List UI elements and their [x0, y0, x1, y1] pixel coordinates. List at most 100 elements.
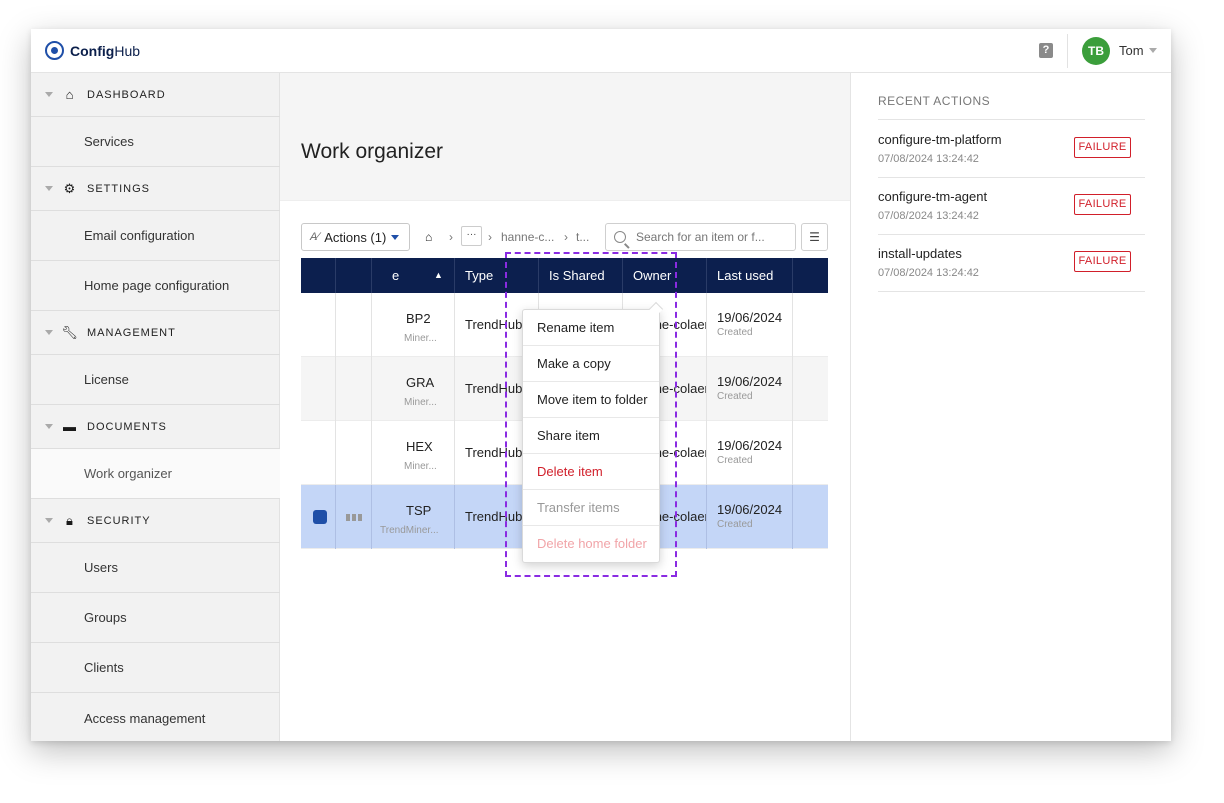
- actions-label: Actions (1): [324, 229, 387, 245]
- row-last-used-cell: 19/06/2024 Created: [707, 485, 793, 549]
- sidebar-item-email-configuration[interactable]: Email configuration: [31, 211, 280, 261]
- sidebar-section-label: SECURITY: [87, 514, 151, 527]
- sidebar-section-management[interactable]: 🔧︎ MANAGEMENT: [31, 311, 280, 355]
- row-icon-cell: [336, 293, 372, 357]
- collapse-caret-icon[interactable]: [45, 92, 53, 97]
- sidebar-item-users[interactable]: Users: [31, 543, 280, 593]
- sidebar-item-label: Groups: [84, 610, 127, 625]
- breadcrumb-separator-icon: ›: [564, 230, 568, 244]
- row-name-sub: Miner...: [404, 397, 437, 408]
- home-icon[interactable]: ⌂: [425, 230, 432, 244]
- recent-action-time: 07/08/2024 13:24:42: [878, 267, 979, 279]
- sidebar-item-access-management[interactable]: Access management: [31, 693, 280, 741]
- sidebar-item-label: Clients: [84, 660, 124, 675]
- collapse-caret-icon[interactable]: [45, 518, 53, 523]
- sidebar-section-security[interactable]: 🔒︎ SECURITY: [31, 499, 280, 543]
- row-last-used-cell: 19/06/2024 Created: [707, 293, 793, 357]
- row-name: HEX: [406, 439, 433, 454]
- menu-item-move-to-folder[interactable]: Move item to folder: [523, 382, 659, 418]
- lock-icon: 🔒︎: [66, 512, 74, 528]
- confighub-logo-icon: [45, 41, 64, 60]
- sidebar-item-groups[interactable]: Groups: [31, 593, 280, 643]
- column-select[interactable]: [301, 258, 336, 293]
- main-content: Work organizer A∕ Actions (1) ⌂ › ··· › …: [280, 73, 850, 741]
- sidebar-item-services[interactable]: Services: [31, 117, 280, 167]
- column-is-shared[interactable]: Is Shared: [539, 258, 623, 293]
- recent-action-item[interactable]: install-updates 07/08/2024 13:24:42 FAIL…: [878, 234, 1145, 291]
- menu-item-share[interactable]: Share item: [523, 418, 659, 454]
- breadcrumb-user-folder[interactable]: hanne-c...: [501, 230, 554, 244]
- row-name: GRA: [406, 375, 435, 390]
- sidebar-item-clients[interactable]: Clients: [31, 643, 280, 693]
- app-name-prefix: Config: [70, 42, 115, 59]
- row-name-sub: Miner...: [404, 333, 437, 344]
- row-icon-cell: [336, 485, 372, 549]
- page-header: Work organizer: [280, 73, 850, 201]
- sidebar-item-label: Services: [84, 134, 134, 149]
- folder-icon: ▬: [63, 419, 77, 434]
- text-style-icon: A∕: [310, 231, 320, 243]
- row-date-sub: Created: [717, 327, 753, 338]
- actions-button[interactable]: A∕ Actions (1): [301, 223, 410, 251]
- chevron-down-icon: [391, 234, 400, 240]
- row-name-cell[interactable]: HEX Miner...: [372, 421, 455, 485]
- row-select-cell[interactable]: [301, 293, 336, 357]
- row-name: BP2: [406, 311, 431, 326]
- sidebar-item-license[interactable]: License: [31, 355, 280, 405]
- filter-settings-button[interactable]: ☰: [801, 223, 828, 251]
- collapse-caret-icon[interactable]: [45, 330, 53, 335]
- avatar[interactable]: TB: [1082, 37, 1110, 65]
- app-logo[interactable]: ConfigHub: [45, 41, 140, 60]
- breadcrumb-current-folder[interactable]: t...: [576, 230, 589, 244]
- row-date-sub: Created: [717, 391, 753, 402]
- column-name[interactable]: e ▲: [372, 258, 455, 293]
- row-extra-cell: [793, 357, 828, 421]
- sidebar-section-label: DOCUMENTS: [87, 420, 167, 433]
- checkbox-checked-icon[interactable]: [313, 510, 327, 524]
- column-extra: [793, 258, 828, 293]
- sidebar-section-documents[interactable]: ▬ DOCUMENTS: [31, 405, 280, 449]
- recent-actions-title: RECENT ACTIONS: [878, 94, 991, 108]
- menu-item-rename[interactable]: Rename item: [523, 310, 659, 346]
- row-name-cell[interactable]: GRA Miner...: [372, 357, 455, 421]
- page-title: Work organizer: [301, 140, 443, 163]
- user-name[interactable]: Tom: [1119, 43, 1144, 58]
- collapse-caret-icon[interactable]: [45, 424, 53, 429]
- search-input[interactable]: Search for an item or f...: [605, 223, 796, 251]
- row-select-cell[interactable]: [301, 485, 336, 549]
- menu-item-delete[interactable]: Delete item: [523, 454, 659, 490]
- column-owner[interactable]: Owner: [623, 258, 707, 293]
- recent-action-time: 07/08/2024 13:24:42: [878, 210, 979, 222]
- recent-action-item[interactable]: configure-tm-agent 07/08/2024 13:24:42 F…: [878, 177, 1145, 234]
- gear-icon: ⚙: [63, 180, 77, 196]
- menu-item-make-copy[interactable]: Make a copy: [523, 346, 659, 382]
- sidebar-item-label: Home page configuration: [84, 278, 230, 293]
- column-last-used[interactable]: Last used: [707, 258, 793, 293]
- sort-ascending-icon[interactable]: ▲: [434, 258, 443, 293]
- row-extra-cell: [793, 485, 828, 549]
- sidebar-section-dashboard[interactable]: ⌂ DASHBOARD: [31, 73, 280, 117]
- breadcrumb-more-button[interactable]: ···: [461, 226, 482, 246]
- sidebar: ⌂ DASHBOARD Services ⚙ SETTINGS Email co…: [31, 73, 280, 741]
- actions-dropdown-menu: Rename item Make a copy Move item to fol…: [522, 301, 664, 563]
- search-icon: [614, 231, 626, 243]
- row-extra-cell: [793, 421, 828, 485]
- row-date-sub: Created: [717, 455, 753, 466]
- sidebar-item-home-page-configuration[interactable]: Home page configuration: [31, 261, 280, 311]
- row-name-cell[interactable]: BP2 Miner...: [372, 293, 455, 357]
- sidebar-section-settings[interactable]: ⚙ SETTINGS: [31, 167, 280, 211]
- sidebar-item-label: Work organizer: [84, 466, 172, 481]
- help-icon[interactable]: ?: [1039, 43, 1053, 58]
- menu-item-delete-home-folder: Delete home folder: [537, 536, 647, 551]
- row-select-cell[interactable]: [301, 421, 336, 485]
- column-type[interactable]: Type: [455, 258, 539, 293]
- chevron-down-icon[interactable]: [1149, 48, 1157, 53]
- row-date: 19/06/2024: [717, 374, 783, 389]
- row-name-cell[interactable]: TSP TrendMiner...: [372, 485, 455, 549]
- sidebar-item-work-organizer[interactable]: Work organizer: [31, 449, 280, 499]
- status-badge: FAILURE: [1074, 194, 1131, 215]
- recent-action-item[interactable]: configure-tm-platform 07/08/2024 13:24:4…: [878, 120, 1145, 177]
- row-select-cell[interactable]: [301, 357, 336, 421]
- collapse-caret-icon[interactable]: [45, 186, 53, 191]
- divider: [878, 291, 1145, 292]
